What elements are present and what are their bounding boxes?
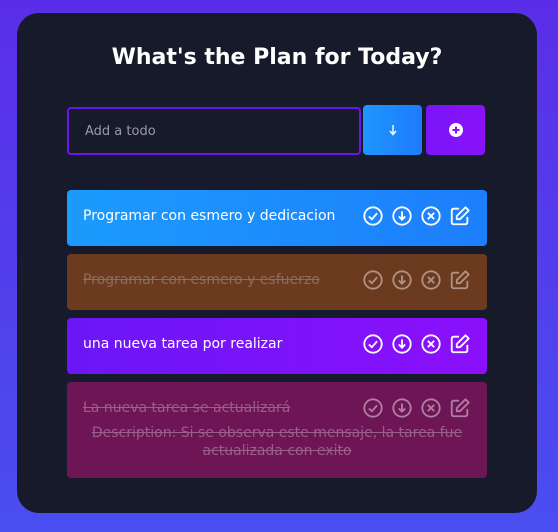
plus-circle-icon <box>448 123 463 137</box>
close-circle-icon[interactable] <box>420 269 442 291</box>
page-title: What's the Plan for Today? <box>111 45 443 70</box>
todo-text[interactable]: Programar con esmero y dedicacion <box>83 208 335 224</box>
todo-form <box>67 105 485 155</box>
todo-text[interactable]: una nueva tarea por realizar <box>83 336 282 352</box>
todo-item: Programar con esmero y esfuerzo <box>67 254 487 310</box>
todo-actions <box>362 205 471 227</box>
download-circle-icon[interactable] <box>391 269 413 291</box>
todo-description: Description: Si se observa este mensaje,… <box>91 425 463 459</box>
todo-actions <box>362 397 471 419</box>
todo-app: What's the Plan for Today? Programar con… <box>17 13 537 513</box>
edit-icon[interactable] <box>449 397 471 419</box>
check-circle-icon[interactable] <box>362 269 384 291</box>
download-circle-icon[interactable] <box>391 333 413 355</box>
arrow-down-icon <box>388 125 397 136</box>
todo-text[interactable]: Programar con esmero y esfuerzo <box>83 272 320 288</box>
edit-icon[interactable] <box>449 333 471 355</box>
todo-actions <box>362 269 471 291</box>
check-circle-icon[interactable] <box>362 397 384 419</box>
close-circle-icon[interactable] <box>420 333 442 355</box>
todo-text[interactable]: La nueva tarea se actualizará <box>83 400 290 416</box>
check-circle-icon[interactable] <box>362 205 384 227</box>
download-circle-icon[interactable] <box>391 397 413 419</box>
todo-input[interactable] <box>67 107 361 155</box>
close-circle-icon[interactable] <box>420 397 442 419</box>
close-circle-icon[interactable] <box>420 205 442 227</box>
add-todo-button[interactable] <box>426 105 485 155</box>
todo-item: La nueva tarea se actualizará Descriptio… <box>67 382 487 478</box>
todo-item: Programar con esmero y dedicacion <box>67 190 487 246</box>
edit-icon[interactable] <box>449 205 471 227</box>
todo-actions <box>362 333 471 355</box>
sort-button[interactable] <box>363 105 422 155</box>
todo-item: una nueva tarea por realizar <box>67 318 487 374</box>
download-circle-icon[interactable] <box>391 205 413 227</box>
edit-icon[interactable] <box>449 269 471 291</box>
check-circle-icon[interactable] <box>362 333 384 355</box>
